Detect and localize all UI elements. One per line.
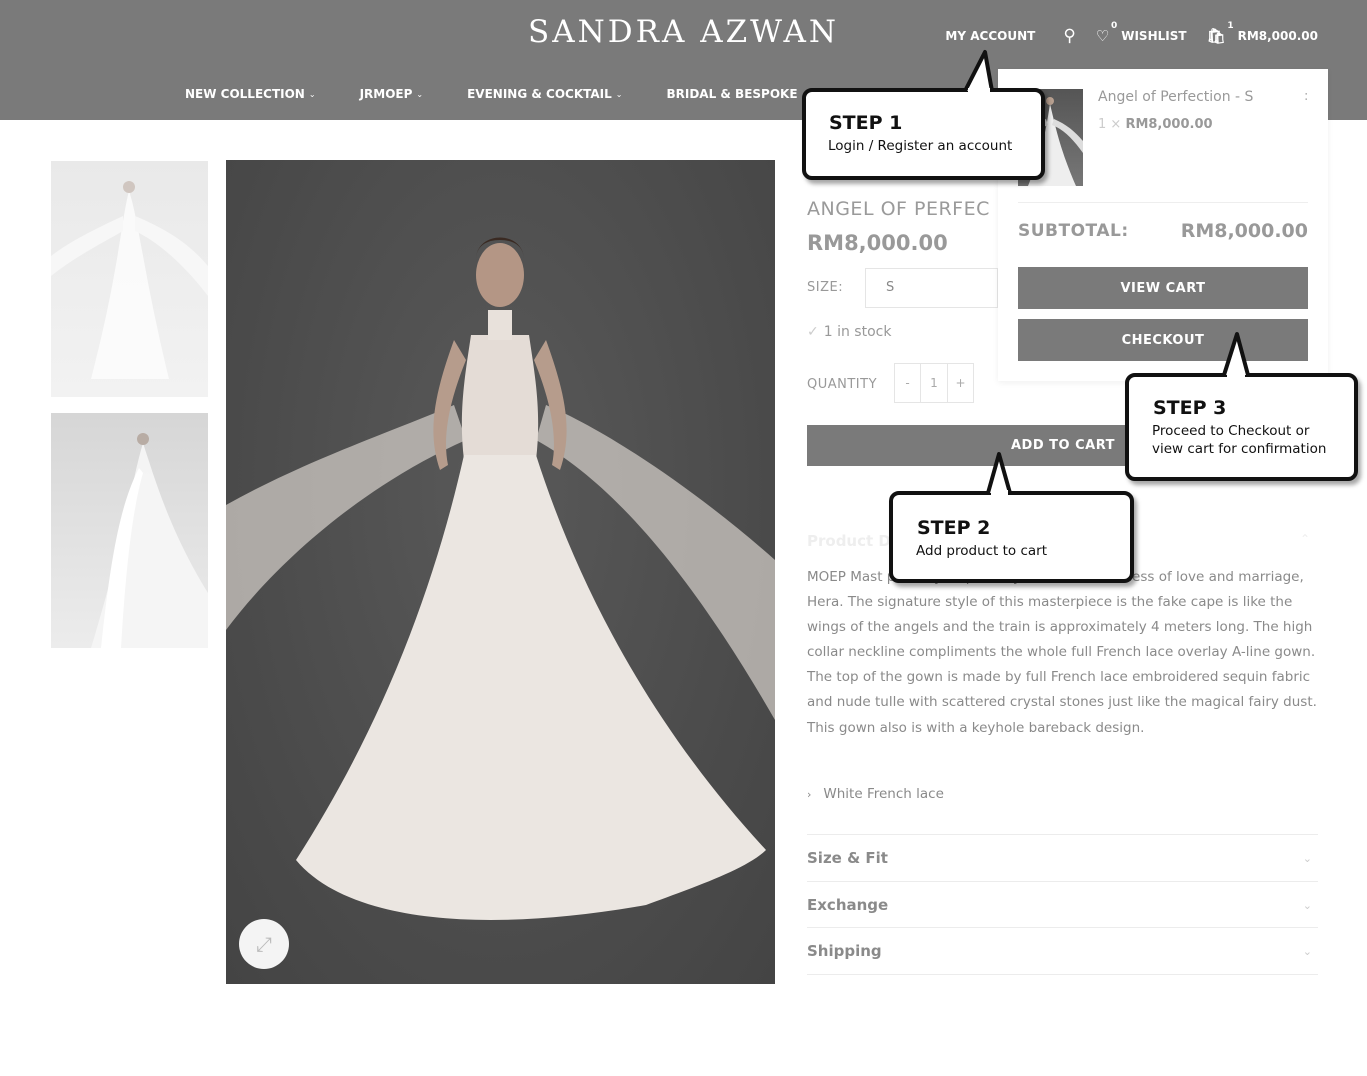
accordion-shipping[interactable]: Shipping ⌄	[807, 927, 1318, 974]
header-toolbar: MY ACCOUNT ⚲ ♡ 0 WISHLIST 🛍 1 RM8,000.00	[945, 21, 1318, 46]
product-price: RM8,000.00	[807, 231, 948, 255]
cart-link[interactable]: 🛍 1 RM8,000.00	[1206, 21, 1318, 45]
product-thumbnail-back[interactable]	[51, 413, 208, 648]
qty-input[interactable]: 1	[920, 364, 948, 402]
callout-pointer	[1222, 332, 1250, 380]
product-thumbnail-front[interactable]	[51, 161, 208, 397]
nav-item-bridal-bespoke[interactable]: BRIDAL & BESPOKE⌄	[666, 87, 808, 101]
nav-item-label: EVENING & COCKTAIL	[467, 87, 612, 101]
callout-step-3: STEP 3 Proceed to Checkout or view cart …	[1125, 373, 1358, 481]
subtotal-value: RM8,000.00	[1180, 220, 1308, 242]
chevron-right-icon: ›	[807, 788, 812, 801]
heart-icon: ♡ 0	[1095, 21, 1118, 45]
check-icon: ✓	[807, 324, 819, 340]
chevron-up-icon[interactable]: ⌃	[1300, 532, 1310, 546]
callout-text-line-1: Proceed to Checkout or	[1152, 423, 1310, 439]
remove-item-button[interactable]: :	[1304, 89, 1308, 104]
callout-title: STEP 2	[917, 517, 991, 539]
callout-text-line-2: view cart for confirmation	[1152, 441, 1327, 457]
cart-item-qty: 1 ×	[1098, 117, 1122, 132]
view-cart-button[interactable]: VIEW CART	[1018, 267, 1308, 309]
nav-item-label: JRMOEP	[359, 87, 413, 101]
subtotal-label: SUBTOTAL:	[1018, 221, 1129, 241]
nav-item-jrmoep[interactable]: JRMOEP ⌄	[360, 87, 424, 101]
callout-title: STEP 3	[1153, 397, 1227, 419]
cart-item-name[interactable]: Angel of Perfection - S	[1098, 89, 1253, 105]
product-title: ANGEL OF PERFEC	[807, 198, 990, 220]
shopping-bag-icon: 🛍 1	[1206, 21, 1234, 45]
cart-item-price: RM8,000.00	[1125, 117, 1213, 132]
mini-cart-dropdown: Angel of Perfection - S : 1 × RM8,000.00…	[998, 69, 1328, 381]
callout-step-1: STEP 1 Login / Register an account	[802, 88, 1045, 180]
nav-item-new-collection[interactable]: NEW COLLECTION ⌄	[185, 87, 316, 101]
search-icon[interactable]: ⚲	[1063, 26, 1075, 46]
accordion-exchange[interactable]: Exchange ⌄	[807, 881, 1318, 928]
chevron-down-icon: ⌄	[1302, 851, 1312, 865]
quantity-stepper: - 1 +	[894, 363, 974, 403]
accordion-size-fit[interactable]: Size & Fit ⌄	[807, 834, 1318, 881]
tab-product-description[interactable]: Product D	[807, 532, 891, 550]
callout-pointer	[986, 452, 1012, 498]
expand-icon[interactable]: ⤢	[239, 919, 289, 969]
product-main-image[interactable]	[226, 160, 775, 984]
nav-item-label: NEW COLLECTION	[185, 87, 305, 101]
cart-item-qty-price: 1 × RM8,000.00	[1098, 117, 1213, 132]
divider	[807, 974, 1318, 975]
callout-pointer	[963, 50, 994, 96]
feature-list-item: › White French lace	[807, 786, 944, 802]
chevron-down-icon: ⌄	[416, 89, 424, 99]
accordion-label: Size & Fit	[807, 849, 888, 867]
size-select[interactable]: S	[865, 268, 998, 308]
cart-total: RM8,000.00	[1237, 29, 1318, 43]
feature-text: White French lace	[823, 786, 944, 802]
stock-text: 1 in stock	[823, 324, 892, 340]
cart-count: 1	[1227, 21, 1234, 31]
qty-increase-button[interactable]: +	[948, 364, 973, 402]
callout-title: STEP 1	[829, 112, 903, 134]
qty-decrease-button[interactable]: -	[895, 364, 920, 402]
my-account-link[interactable]: MY ACCOUNT	[945, 29, 1035, 43]
wishlist-label: WISHLIST	[1121, 29, 1187, 43]
main-nav: NEW COLLECTION ⌄ JRMOEP ⌄ EVENING & COCKTA…	[185, 87, 852, 101]
nav-item-label: BRIDAL & BESPOKE	[666, 87, 798, 101]
chevron-down-icon: ⌄	[1302, 944, 1312, 958]
size-label: SIZE:	[807, 280, 844, 295]
callout-step-2: STEP 2 Add product to cart	[889, 491, 1134, 583]
nav-item-evening-cocktail[interactable]: EVENING & COCKTAIL ⌄	[467, 87, 622, 101]
callout-text: Add product to cart	[916, 543, 1048, 559]
quantity-label: QUANTITY	[807, 377, 878, 392]
checkout-button[interactable]: CHECKOUT	[1018, 319, 1308, 361]
wishlist-link[interactable]: ♡ 0 WISHLIST	[1095, 21, 1187, 45]
chevron-down-icon: ⌄	[615, 89, 623, 99]
accordion-label: Exchange	[807, 896, 889, 914]
wishlist-count: 0	[1110, 21, 1118, 31]
accordion-label: Shipping	[807, 942, 882, 960]
divider	[1018, 202, 1308, 203]
stock-status: ✓ 1 in stock	[807, 324, 891, 340]
product-description: MOEP Mast pired by inspired by the Greek…	[807, 569, 1317, 736]
chevron-down-icon: ⌄	[1302, 898, 1312, 912]
chevron-down-icon: ⌄	[308, 89, 316, 99]
callout-text: Login / Register an account	[828, 138, 1013, 154]
